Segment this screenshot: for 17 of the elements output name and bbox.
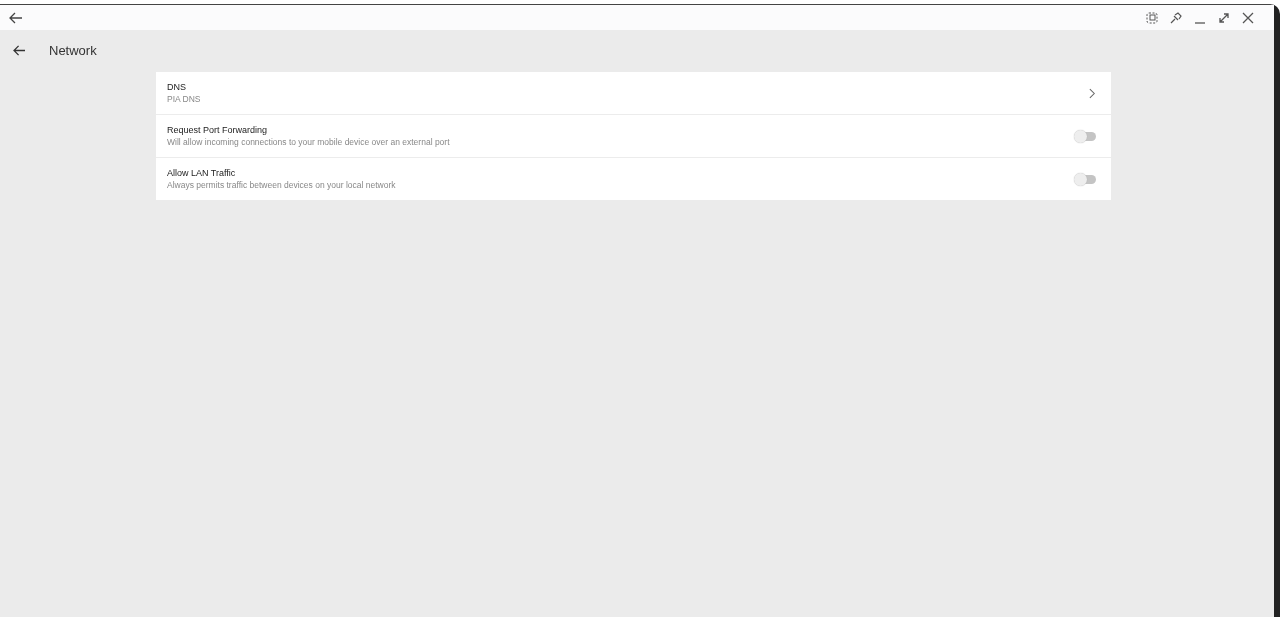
toggle-switch[interactable]: [1074, 129, 1096, 143]
setting-title: Allow LAN Traffic: [167, 168, 237, 178]
chevron-right-icon: [1089, 87, 1096, 99]
window-snap-icon[interactable]: [1146, 11, 1158, 24]
setting-title: DNS: [167, 82, 187, 92]
setting-description: Always permits traffic between devices on your local network: [167, 180, 396, 190]
page-title: Network: [49, 42, 97, 58]
setting-description: Will allow incoming connections to your mobile device over an external port: [167, 137, 450, 147]
setting-description: PIA DNS: [167, 94, 201, 104]
maximize-icon[interactable]: [1218, 11, 1230, 24]
toggle-switch[interactable]: [1074, 172, 1096, 186]
setting-row[interactable]: DNS PIA DNS: [156, 72, 1111, 115]
pin-icon[interactable]: [1170, 11, 1182, 24]
back-arrow-icon[interactable]: [9, 11, 23, 24]
setting-title: Request Port Forwarding: [167, 125, 269, 135]
back-arrow-icon[interactable]: [13, 44, 26, 56]
close-icon[interactable]: [1242, 11, 1254, 24]
